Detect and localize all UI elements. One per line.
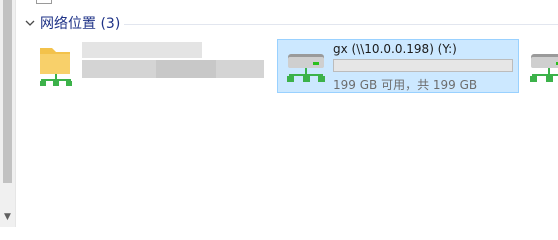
network-drive-icon [287,54,325,82]
drive-usage-bar [333,59,513,72]
blurred-name [82,42,202,58]
network-drive-item-partial[interactable] [526,52,558,86]
vertical-scrollbar[interactable]: ▼ [0,0,16,227]
scroll-down-arrow-icon[interactable]: ▼ [2,212,13,223]
drive-free-space: 199 GB 可用，共 199 GB [333,78,478,92]
scrollbar-thumb[interactable] [3,0,12,183]
group-title: 网络位置 (3) [40,16,121,32]
group-divider [124,24,558,25]
network-folder-icon [40,48,72,86]
blurred-name [156,60,216,78]
clipped-item-above [36,0,52,4]
chevron-down-icon [25,20,35,26]
network-drive-tile[interactable]: gx (\\10.0.0.198) (Y:) 199 GB 可用，共 199 G… [277,39,519,93]
drive-name: gx (\\10.0.0.198) (Y:) [333,42,457,56]
network-locations-group-header[interactable]: 网络位置 (3) [24,12,120,34]
network-drive-icon [530,54,558,82]
network-folder-item[interactable] [36,40,266,92]
